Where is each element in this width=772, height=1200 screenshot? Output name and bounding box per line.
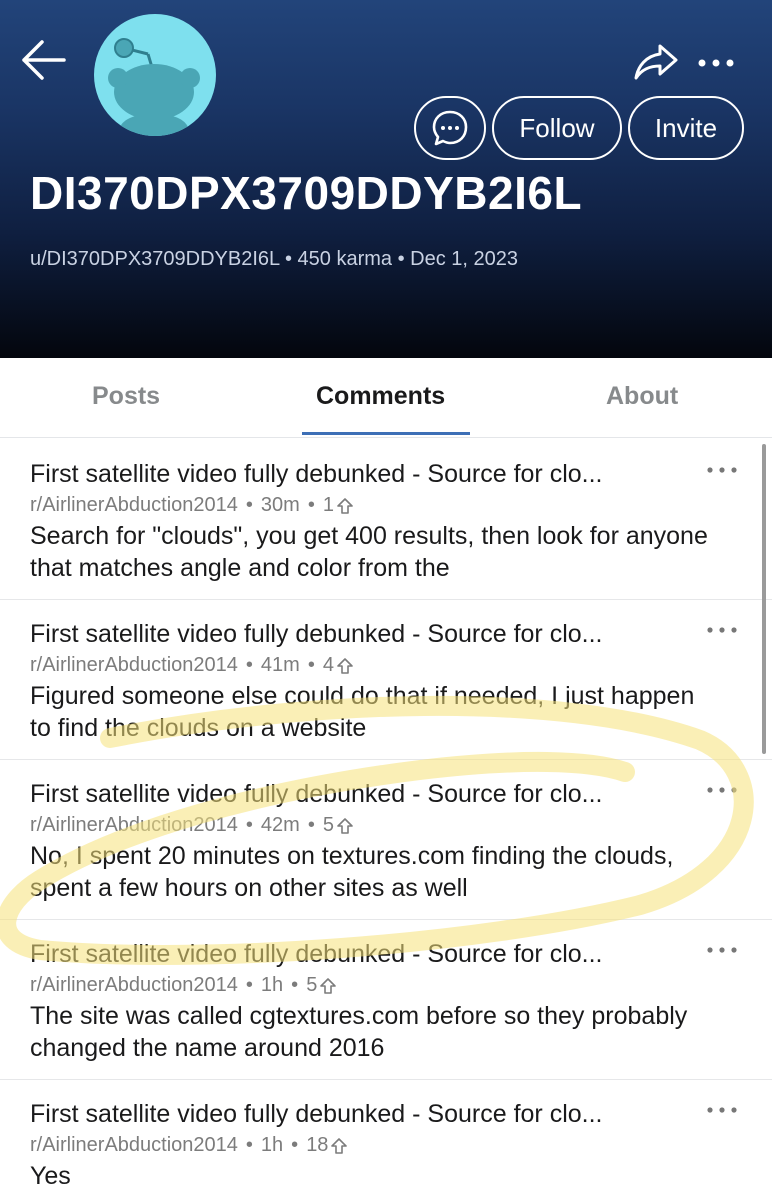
profile-header: Follow Invite DI370DPX3709DDYB2I6L u/DI3… <box>0 0 772 358</box>
comment-meta: r/AirlinerAbduction2014 • 42m • 5 <box>30 814 354 837</box>
avatar[interactable] <box>94 14 216 136</box>
subreddit-name[interactable]: r/AirlinerAbduction2014 <box>30 814 238 837</box>
comment-score: 1 <box>322 494 334 516</box>
post-title: First satellite video fully debunked - S… <box>30 460 603 488</box>
share-button[interactable] <box>632 40 680 84</box>
upvote-icon <box>337 817 353 834</box>
comments-list: First satellite video fully debunked - S… <box>0 440 772 1200</box>
profile-tabs: Posts Comments About <box>0 358 772 438</box>
comment-meta: r/AirlinerAbduction2014 • 41m • 4 <box>30 654 354 677</box>
post-title: First satellite video fully debunked - S… <box>30 1100 603 1128</box>
comment-body: Search for "clouds", you get 400 results… <box>30 522 708 582</box>
separator: • <box>307 494 315 516</box>
subreddit-name[interactable]: r/AirlinerAbduction2014 <box>30 494 238 517</box>
comment-score: 18 <box>306 1134 329 1156</box>
comment-score: 5 <box>322 814 334 836</box>
comment-item[interactable]: First satellite video fully debunked - S… <box>0 920 772 1080</box>
invite-button[interactable]: Invite <box>628 96 744 160</box>
tab-about[interactable]: About <box>606 382 678 411</box>
comment-meta: r/AirlinerAbduction2014 • 1h • 18 <box>30 1134 348 1157</box>
chat-button[interactable] <box>414 96 486 160</box>
tab-comments[interactable]: Comments <box>316 382 445 411</box>
subreddit-name[interactable]: r/AirlinerAbduction2014 <box>30 1134 238 1157</box>
follow-button[interactable]: Follow <box>492 96 622 160</box>
comment-item[interactable]: First satellite video fully debunked - S… <box>0 760 772 920</box>
comment-item[interactable]: First satellite video fully debunked - S… <box>0 440 772 600</box>
back-arrow-icon <box>22 40 66 80</box>
more-horizontal-icon[interactable] <box>704 1102 740 1118</box>
comment-item[interactable]: First satellite video fully debunked - S… <box>0 600 772 760</box>
comment-age: 42m <box>260 814 300 836</box>
comment-age: 30m <box>260 494 300 516</box>
separator: • <box>245 974 253 996</box>
share-icon <box>634 44 678 80</box>
upvote-icon <box>337 497 353 514</box>
snoo-avatar-icon <box>108 38 200 136</box>
comment-body: No, I spent 20 minutes on textures.com f… <box>30 842 674 902</box>
comment-age: 41m <box>260 654 300 676</box>
profile-display-name: DI370DPX3709DDYB2I6L <box>30 167 583 219</box>
more-horizontal-icon[interactable] <box>704 942 740 958</box>
separator: • <box>291 1134 299 1156</box>
upvote-icon <box>320 977 337 994</box>
comment-body: Figured someone else could do that if ne… <box>30 682 695 742</box>
post-title: First satellite video fully debunked - S… <box>30 940 603 968</box>
comment-age: 1h <box>260 1134 284 1156</box>
comment-meta: r/AirlinerAbduction2014 • 1h • 5 <box>30 974 337 997</box>
subreddit-name[interactable]: r/AirlinerAbduction2014 <box>30 974 238 997</box>
upvote-icon <box>331 1137 348 1154</box>
comment-body: Yes <box>30 1162 71 1190</box>
comment-score: 5 <box>306 974 318 996</box>
scrollbar[interactable] <box>762 444 766 754</box>
subreddit-name[interactable]: r/AirlinerAbduction2014 <box>30 654 238 677</box>
comment-age: 1h <box>260 974 284 996</box>
post-title: First satellite video fully debunked - S… <box>30 780 603 808</box>
separator: • <box>245 654 253 676</box>
separator: • <box>245 494 253 516</box>
upvote-icon <box>337 657 353 674</box>
active-tab-indicator <box>302 432 470 435</box>
profile-meta: u/DI370DPX3709DDYB2I6L • 450 karma • Dec… <box>30 248 518 270</box>
comment-score: 4 <box>322 654 334 676</box>
more-horizontal-icon[interactable] <box>704 462 740 478</box>
back-button[interactable] <box>18 38 68 82</box>
post-title: First satellite video fully debunked - S… <box>30 620 603 648</box>
tab-posts[interactable]: Posts <box>92 382 160 411</box>
separator: • <box>245 1134 253 1156</box>
separator: • <box>245 814 253 836</box>
more-horizontal-icon <box>698 59 734 67</box>
comment-item[interactable]: First satellite video fully debunked - S… <box>0 1080 772 1200</box>
comment-meta: r/AirlinerAbduction2014 • 30m • 1 <box>30 494 354 517</box>
separator: • <box>307 654 315 676</box>
separator: • <box>291 974 299 996</box>
more-options-button[interactable] <box>694 48 738 78</box>
more-horizontal-icon[interactable] <box>704 622 740 638</box>
comment-body: The site was called cgtextures.com befor… <box>30 1002 688 1062</box>
chat-bubble-icon <box>432 110 468 146</box>
separator: • <box>307 814 315 836</box>
more-horizontal-icon[interactable] <box>704 782 740 798</box>
